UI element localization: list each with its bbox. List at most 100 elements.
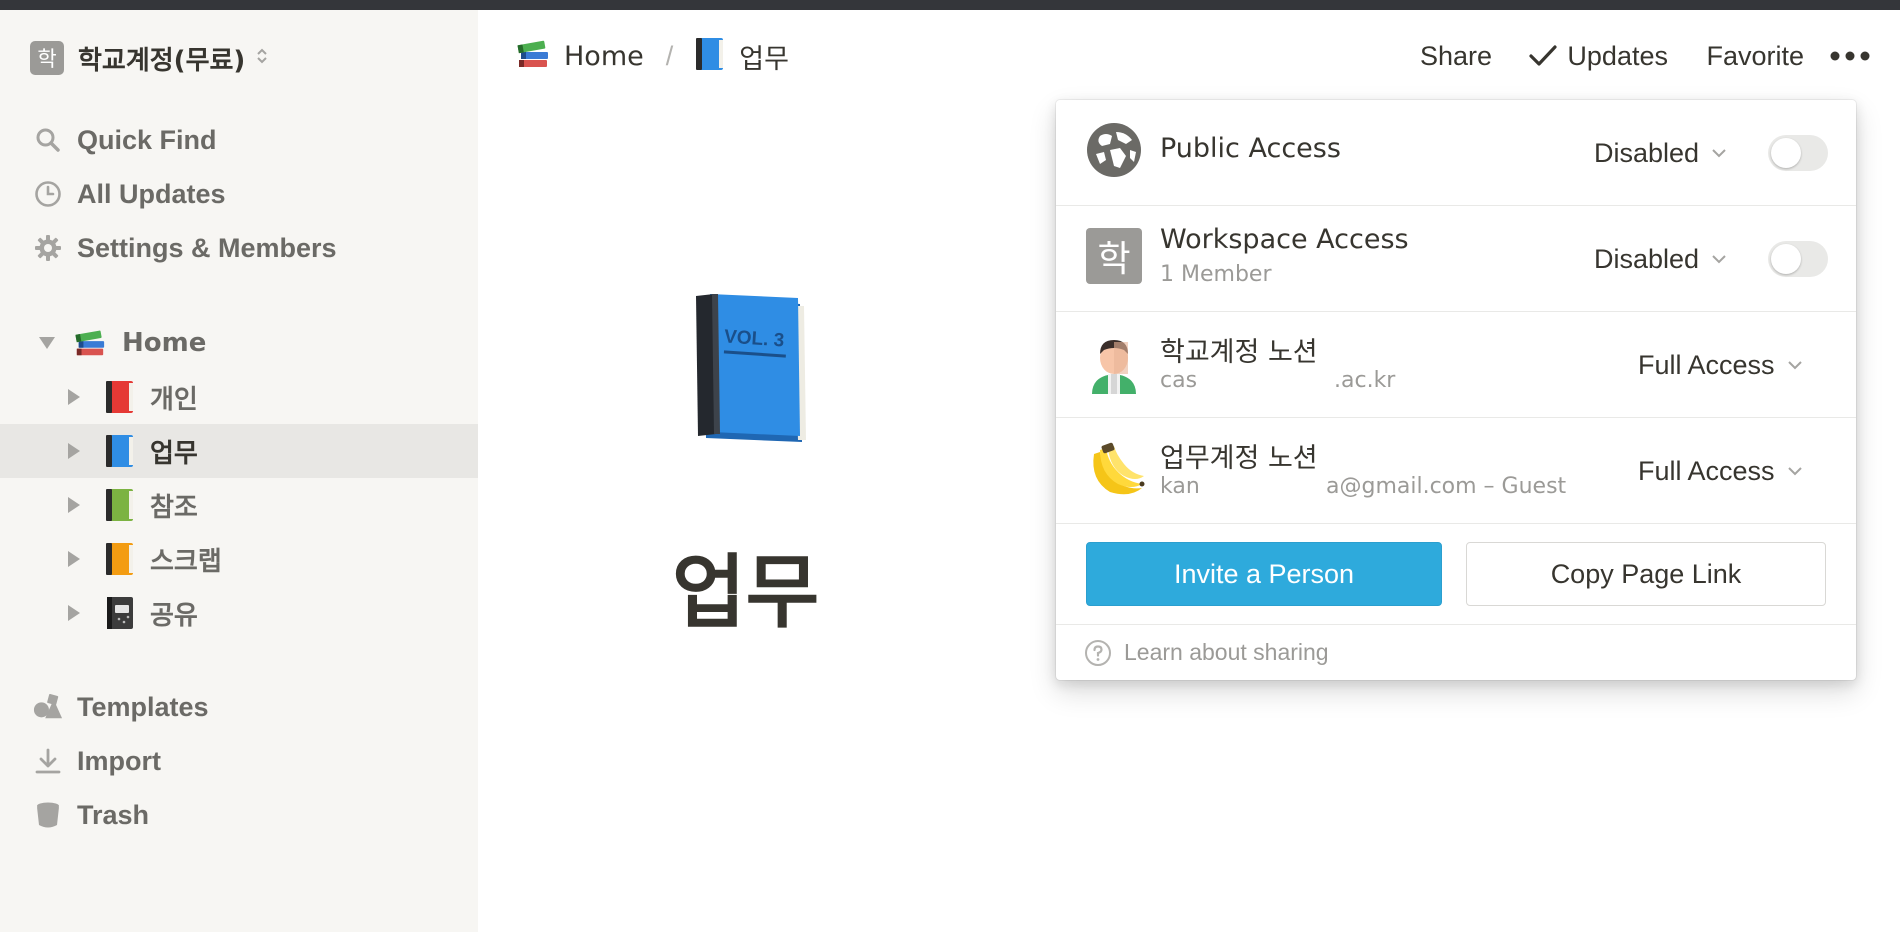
- member-row: 학교계정 노션 cas .ac.kr Full Access: [1056, 312, 1856, 418]
- favorite-button[interactable]: Favorite: [1706, 36, 1804, 76]
- sidebar: 학 학교계정(무료) Quick Find All Updates Settin…: [0, 10, 478, 932]
- chevron-down-icon: [1787, 467, 1802, 476]
- breadcrumb-current[interactable]: 업무: [695, 37, 789, 76]
- workspace-avatar: 학: [30, 41, 64, 75]
- tree-label: 업무: [150, 438, 198, 469]
- page-title[interactable]: 업무: [672, 528, 819, 644]
- page-icon[interactable]: VOL. 3: [688, 290, 818, 450]
- page-icon-text: VOL. 3: [723, 326, 785, 351]
- workspace-access-title: Workspace Access: [1160, 224, 1409, 255]
- sidebar-label: Settings & Members: [77, 232, 337, 263]
- checkmark-icon: [1529, 44, 1558, 68]
- banana-icon: [1086, 440, 1145, 496]
- breadcrumb-home[interactable]: Home: [516, 38, 644, 75]
- member-name: 업무계정 노션: [1160, 443, 1318, 474]
- public-access-value: Disabled: [1594, 137, 1700, 168]
- tree-label: 개인: [150, 384, 198, 415]
- tree-label: 참조: [150, 492, 198, 523]
- member-name: 학교계정 노션: [1160, 337, 1318, 368]
- blue-book-icon: [104, 433, 136, 469]
- sidebar-page-personal[interactable]: 개인: [0, 370, 478, 424]
- public-access-row: Public Access Disabled: [1056, 100, 1856, 206]
- chevron-down-icon: [1787, 361, 1802, 370]
- sidebar-page-work[interactable]: 업무: [0, 424, 478, 478]
- public-access-toggle[interactable]: [1768, 135, 1828, 171]
- workspace-switcher[interactable]: 학 학교계정(무료): [30, 38, 269, 78]
- sidebar-label: Quick Find: [77, 124, 217, 155]
- sidebar-label: Trash: [77, 799, 150, 830]
- search-icon: [33, 125, 63, 155]
- member-access-value: Full Access: [1638, 455, 1775, 486]
- sidebar-label: Templates: [77, 691, 209, 722]
- person-avatar-icon: [1086, 336, 1142, 394]
- workspace-access-row: 학 Workspace Access 1 Member Disabled: [1056, 206, 1856, 312]
- collapse-triangle-icon[interactable]: [37, 333, 57, 353]
- expand-triangle-icon[interactable]: [64, 549, 84, 569]
- updates-button[interactable]: Updates: [1529, 36, 1668, 76]
- tree-label: 스크랩: [150, 546, 222, 577]
- workspace-access-select[interactable]: Disabled: [1594, 241, 1727, 277]
- books-icon: [74, 325, 106, 361]
- member-row: 업무계정 노션 kan a@gmail.com – Guest Full Acc…: [1056, 418, 1856, 524]
- sidebar-page-reference[interactable]: 참조: [0, 478, 478, 532]
- favorite-label: Favorite: [1706, 40, 1804, 71]
- public-access-select[interactable]: Disabled: [1594, 135, 1727, 171]
- notebook-icon: [104, 595, 136, 631]
- learn-about-sharing-label: Learn about sharing: [1124, 639, 1329, 665]
- copy-page-link-button[interactable]: Copy Page Link: [1466, 542, 1826, 606]
- sidebar-page-shared[interactable]: 공유: [0, 586, 478, 640]
- chevron-down-icon: [1712, 255, 1726, 264]
- clock-icon: [33, 179, 63, 209]
- trash-icon: [33, 800, 63, 830]
- tree-label: Home: [122, 328, 207, 358]
- help-circle-icon: [1084, 639, 1112, 667]
- member-access-select[interactable]: Full Access: [1638, 347, 1803, 383]
- sidebar-label: All Updates: [77, 178, 226, 209]
- member-email-start: kan: [1160, 474, 1200, 499]
- member-email-start: cas: [1160, 368, 1198, 393]
- chevron-down-icon: [1712, 149, 1726, 158]
- workspace-access-subtitle: 1 Member: [1160, 262, 1272, 287]
- download-icon: [33, 746, 63, 776]
- chevron-updown-icon: [255, 46, 269, 71]
- member-email-end: .ac.kr: [1334, 368, 1396, 393]
- workspace-name: 학교계정(무료): [78, 45, 246, 76]
- updates-label: Updates: [1567, 40, 1668, 71]
- breadcrumb: Home / 업무: [516, 36, 789, 76]
- expand-triangle-icon[interactable]: [64, 387, 84, 407]
- sidebar-all-updates[interactable]: All Updates: [0, 169, 478, 219]
- sidebar-quick-find[interactable]: Quick Find: [0, 115, 478, 165]
- workspace-access-toggle[interactable]: [1768, 241, 1828, 277]
- red-book-icon: [104, 379, 136, 415]
- expand-triangle-icon[interactable]: [64, 495, 84, 515]
- learn-about-sharing-link[interactable]: Learn about sharing: [1056, 624, 1856, 680]
- share-label: Share: [1419, 40, 1492, 71]
- expand-triangle-icon[interactable]: [64, 441, 84, 461]
- expand-triangle-icon[interactable]: [64, 603, 84, 623]
- invite-person-button[interactable]: Invite a Person: [1086, 542, 1442, 606]
- sidebar-page-home[interactable]: Home: [0, 316, 478, 370]
- sidebar-page-scrap[interactable]: 스크랩: [0, 532, 478, 586]
- shapes-icon: [33, 692, 63, 722]
- orange-book-icon: [104, 541, 136, 577]
- member-access-select[interactable]: Full Access: [1638, 453, 1803, 489]
- public-access-title: Public Access: [1160, 133, 1341, 164]
- gear-icon: [33, 233, 63, 263]
- breadcrumb-label: Home: [564, 40, 644, 72]
- sidebar-label: Import: [77, 745, 161, 776]
- window-top-strip: [0, 0, 1900, 10]
- sidebar-trash[interactable]: Trash: [0, 790, 478, 840]
- sidebar-settings-members[interactable]: Settings & Members: [0, 223, 478, 273]
- share-button[interactable]: Share: [1420, 36, 1492, 76]
- green-book-icon: [104, 487, 136, 523]
- books-icon: [516, 38, 550, 75]
- breadcrumb-separator: /: [665, 40, 674, 71]
- workspace-access-value: Disabled: [1594, 243, 1700, 274]
- breadcrumb-label: 업무: [739, 43, 789, 75]
- sidebar-templates[interactable]: Templates: [0, 682, 478, 732]
- globe-icon: [1086, 122, 1142, 178]
- sidebar-import[interactable]: Import: [0, 736, 478, 786]
- member-access-value: Full Access: [1638, 349, 1775, 380]
- share-popup: Public Access Disabled 학 Workspace Acces…: [1056, 100, 1856, 680]
- more-dots-icon[interactable]: [1830, 36, 1870, 76]
